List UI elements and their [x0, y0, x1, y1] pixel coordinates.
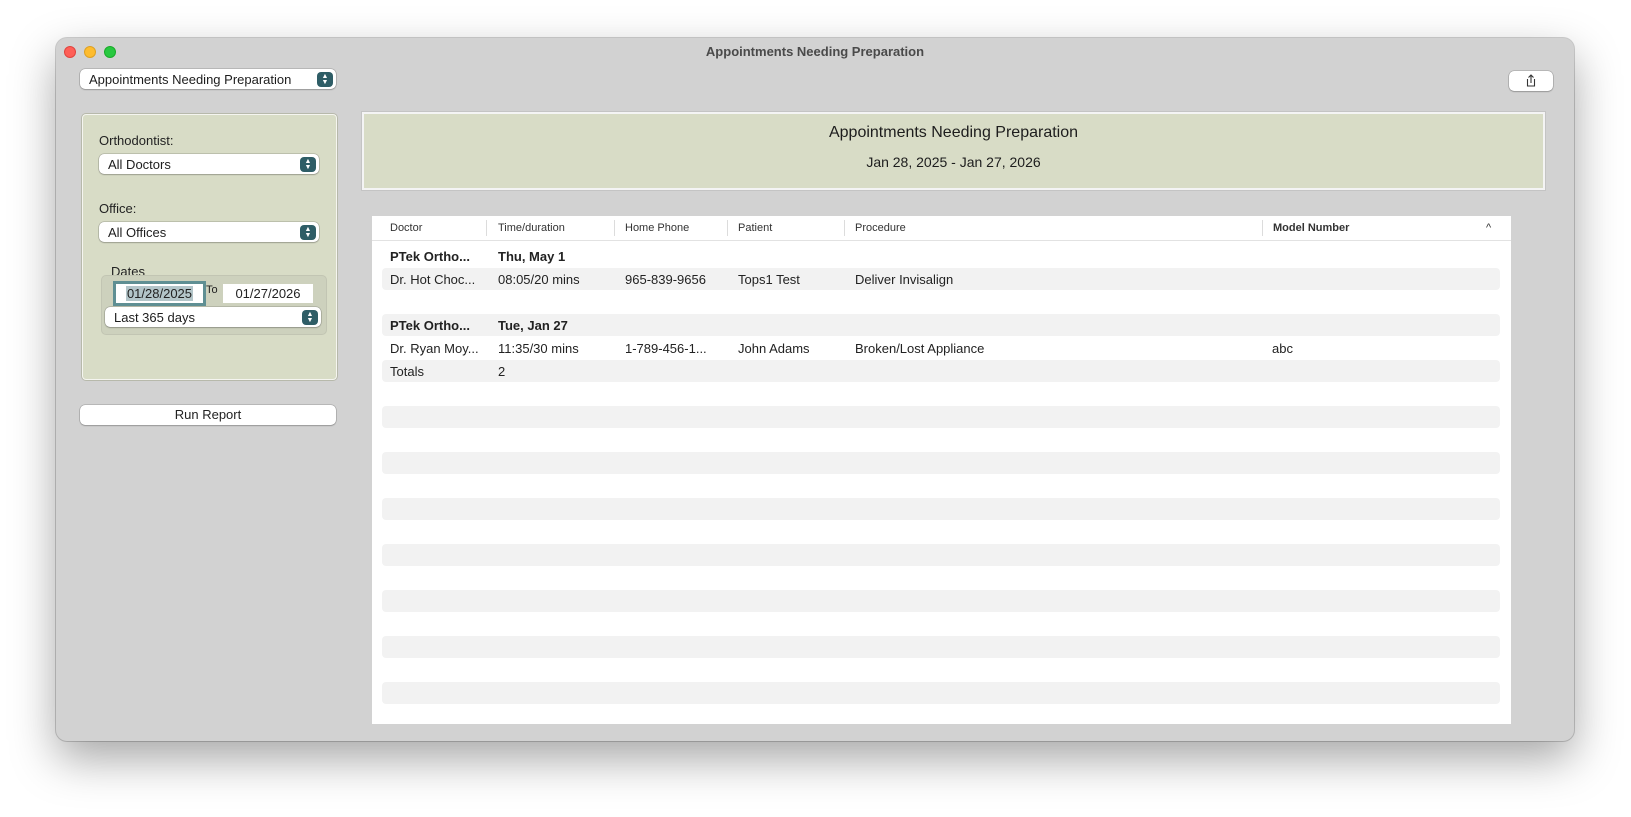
cell-phone: 965-839-9656: [625, 272, 706, 287]
orthodontist-label: Orthodontist:: [99, 133, 174, 148]
table-group-row[interactable]: PTek Ortho... Thu, May 1: [382, 245, 1500, 267]
table-row-empty: [382, 291, 1500, 313]
cell-time: 08:05/20 mins: [498, 272, 580, 287]
table-group-row[interactable]: PTek Ortho... Tue, Jan 27: [382, 314, 1500, 336]
up-down-chevron-icon: ▲ ▼: [317, 72, 333, 87]
orthodontist-value: All Doctors: [108, 157, 171, 172]
cell-date: Thu, May 1: [498, 249, 566, 264]
cell-doctor: Dr. Hot Choc...: [390, 272, 476, 287]
up-down-chevron-icon: ▲ ▼: [300, 225, 316, 240]
cell-doctor: PTek Ortho...: [390, 318, 470, 333]
report-title: Appointments Needing Preparation: [828, 124, 1079, 141]
column-header-model-number[interactable]: Model Number: [1273, 222, 1349, 234]
dates-group: 01/28/2025 To 01/27/2026 Last 365 days ▲…: [101, 275, 327, 335]
report-header: Appointments Needing Preparation Jan 28,…: [362, 112, 1545, 190]
cell-totals-count: 2: [498, 364, 506, 379]
date-range-value: Last 365 days: [114, 310, 195, 325]
office-select[interactable]: All Offices ▲ ▼: [99, 222, 319, 242]
date-to-field[interactable]: 01/27/2026: [223, 284, 313, 303]
cell-patient: John Adams: [738, 341, 810, 356]
app-window: Appointments Needing Preparation Appoint…: [56, 38, 1574, 741]
table-row-empty: [382, 498, 1500, 520]
office-label: Office:: [99, 201, 137, 216]
date-to-label: To: [206, 284, 218, 296]
table-totals-row[interactable]: Totals 2: [382, 360, 1500, 382]
window-title: Appointments Needing Preparation: [705, 44, 925, 59]
cell-totals-label: Totals: [390, 364, 424, 379]
cell-procedure: Deliver Invisalign: [855, 272, 954, 287]
column-header-phone[interactable]: Home Phone: [625, 222, 689, 234]
run-report-button[interactable]: Run Report: [80, 405, 336, 425]
column-header-procedure[interactable]: Procedure: [855, 222, 906, 234]
share-icon: [1526, 74, 1536, 87]
office-value: All Offices: [108, 225, 167, 240]
cell-model-number: abc: [1272, 341, 1293, 356]
date-from-field[interactable]: 01/28/2025: [113, 281, 206, 306]
column-header-time[interactable]: Time/duration: [498, 222, 565, 234]
filter-panel: Orthodontist: All Doctors ▲ ▼ Office: All…: [82, 114, 337, 380]
report-table: Doctor Time/duration Home Phone Patient …: [372, 216, 1511, 724]
cell-procedure: Broken/Lost Appliance: [855, 341, 985, 356]
cell-doctor: PTek Ortho...: [390, 249, 470, 264]
table-row[interactable]: Dr. Hot Choc... 08:05/20 mins 965-839-96…: [382, 268, 1500, 290]
date-from-value: 01/28/2025: [125, 286, 194, 301]
table-row-empty: [382, 406, 1500, 428]
table-row-empty: [382, 590, 1500, 612]
date-range-select[interactable]: Last 365 days ▲ ▼: [105, 307, 321, 327]
cell-phone: 1-789-456-1...: [625, 341, 707, 356]
table-row-empty: [382, 544, 1500, 566]
share-button[interactable]: [1509, 71, 1553, 91]
table-row-empty: [382, 636, 1500, 658]
date-to-value: 01/27/2026: [235, 286, 301, 301]
report-type-select[interactable]: Appointments Needing Preparation ▲ ▼: [80, 69, 336, 89]
report-date-range: Jan 28, 2025 - Jan 27, 2026: [866, 154, 1041, 170]
report-type-value: Appointments Needing Preparation: [89, 72, 292, 87]
column-header-patient[interactable]: Patient: [738, 222, 772, 234]
cell-time: 11:35/30 mins: [498, 341, 579, 356]
cell-doctor: Dr. Ryan Moy...: [390, 341, 479, 356]
up-down-chevron-icon: ▲ ▼: [300, 157, 316, 172]
table-row-empty: [382, 452, 1500, 474]
chevron-up-icon[interactable]: ^: [1486, 222, 1491, 234]
cell-date: Tue, Jan 27: [498, 318, 568, 333]
table-header: Doctor Time/duration Home Phone Patient …: [372, 216, 1511, 241]
column-header-doctor[interactable]: Doctor: [390, 222, 422, 234]
table-row-empty: [382, 682, 1500, 704]
cell-patient: Tops1 Test: [738, 272, 800, 287]
table-row[interactable]: Dr. Ryan Moy... 11:35/30 mins 1-789-456-…: [382, 337, 1500, 359]
title-bar: Appointments Needing Preparation: [56, 38, 1574, 66]
up-down-chevron-icon: ▲ ▼: [302, 310, 318, 325]
orthodontist-select[interactable]: All Doctors ▲ ▼: [99, 154, 319, 174]
